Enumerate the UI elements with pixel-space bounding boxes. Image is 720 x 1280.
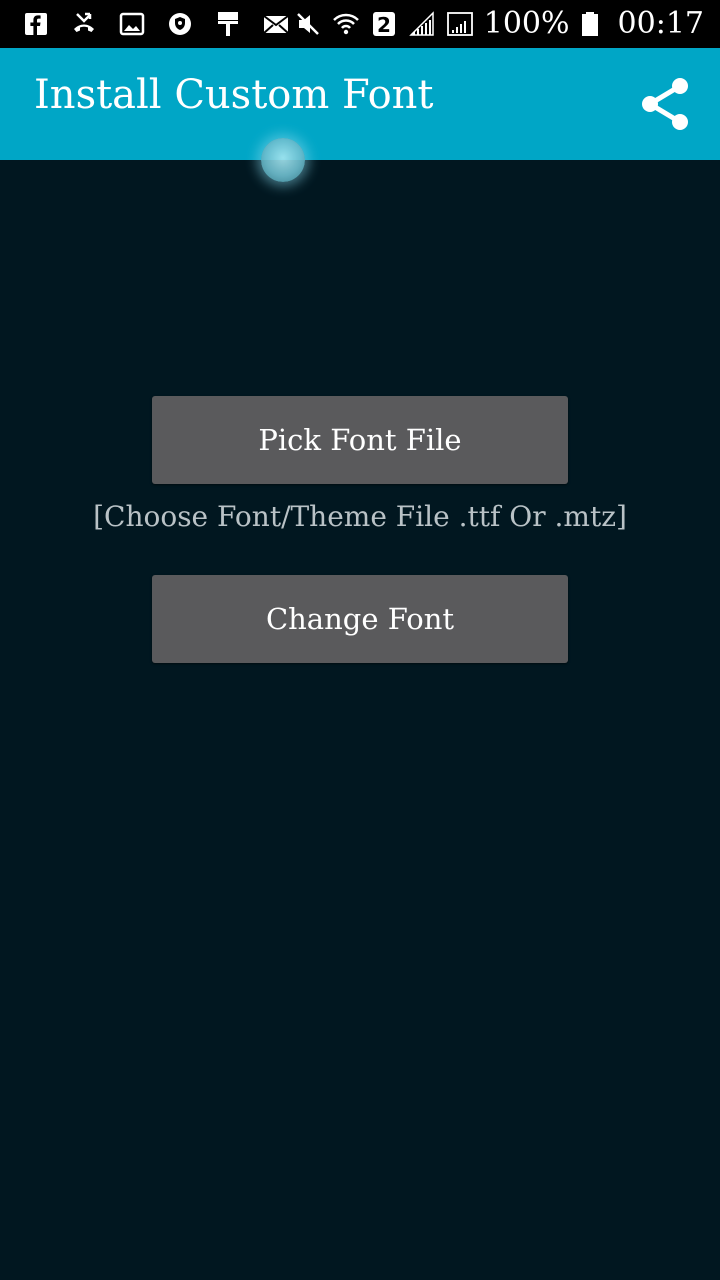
status-clock: 00:17	[617, 6, 704, 41]
status-bar: 2 100% 00:17	[0, 0, 720, 48]
facebook-icon	[22, 10, 50, 38]
app-title: Install Custom Font	[34, 72, 434, 118]
app-screen: 2 100% 00:17 Install Custom Font Pick Fo…	[0, 0, 720, 1280]
change-font-button[interactable]: Change Font	[152, 575, 568, 663]
share-icon	[642, 78, 688, 130]
battery-percent: 100%	[483, 6, 570, 41]
missed-call-icon	[70, 10, 98, 38]
email-icon	[262, 10, 290, 38]
touch-indicator	[261, 138, 305, 182]
pick-font-file-button[interactable]: Pick Font File	[152, 396, 568, 484]
wifi-icon	[332, 10, 360, 38]
battery-icon	[576, 10, 604, 38]
signal-icon	[408, 10, 436, 38]
image-icon	[118, 10, 146, 38]
app-bar: Install Custom Font	[0, 48, 720, 160]
shield-icon	[166, 10, 194, 38]
status-bar-notifications	[0, 0, 310, 48]
share-button[interactable]	[638, 74, 694, 134]
paint-roller-icon	[214, 10, 242, 38]
file-type-hint: [Choose Font/Theme File .ttf Or .mtz]	[93, 500, 627, 533]
sim-2-label: 2	[377, 13, 391, 37]
status-bar-system: 2 100% 00:17	[294, 0, 704, 48]
sim-2-icon: 2	[370, 10, 398, 38]
mute-icon	[294, 10, 322, 38]
signal-icon	[446, 10, 474, 38]
